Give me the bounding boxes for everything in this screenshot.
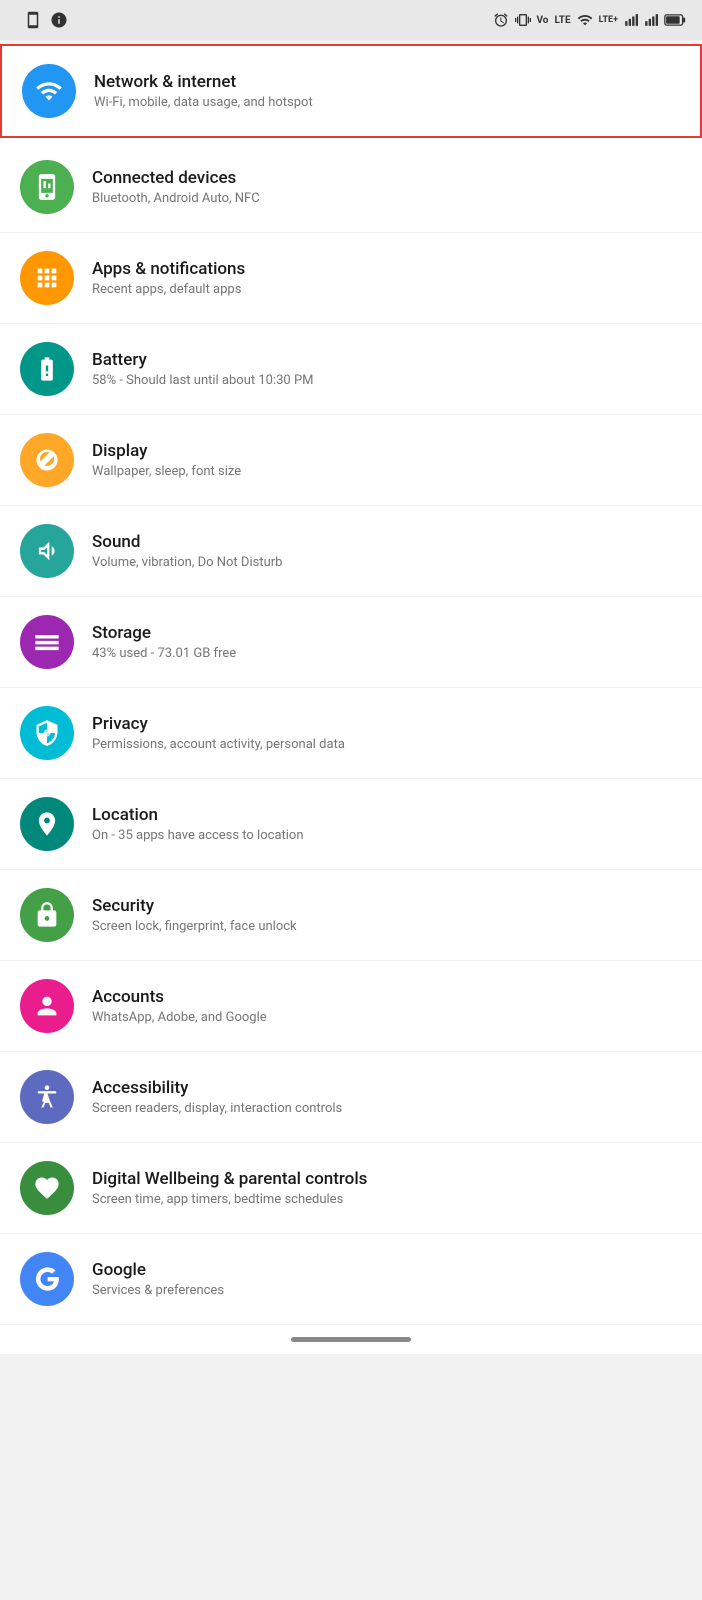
settings-item-connected-devices[interactable]: Connected devices Bluetooth, Android Aut…	[0, 142, 702, 233]
status-bar: Vo LTE LTE+	[0, 0, 702, 40]
status-left	[16, 11, 68, 29]
apps-notifications-text: Apps & notifications Recent apps, defaul…	[92, 259, 682, 297]
settings-item-sound[interactable]: Sound Volume, vibration, Do Not Disturb	[0, 506, 702, 597]
signal2-icon	[644, 12, 658, 28]
storage-text: Storage 43% used - 73.01 GB free	[92, 623, 682, 661]
connected-devices-title: Connected devices	[92, 168, 682, 188]
google-title: Google	[92, 1260, 682, 1280]
screenshot-icon	[24, 11, 42, 29]
privacy-icon	[20, 706, 74, 760]
connected-devices-icon	[20, 160, 74, 214]
settings-item-accessibility[interactable]: Accessibility Screen readers, display, i…	[0, 1052, 702, 1143]
settings-item-storage[interactable]: Storage 43% used - 73.01 GB free	[0, 597, 702, 688]
accessibility-text: Accessibility Screen readers, display, i…	[92, 1078, 682, 1116]
settings-item-privacy[interactable]: Privacy Permissions, account activity, p…	[0, 688, 702, 779]
privacy-text: Privacy Permissions, account activity, p…	[92, 714, 682, 752]
wifi-status-icon	[577, 12, 593, 28]
accounts-subtitle: WhatsApp, Adobe, and Google	[92, 1010, 682, 1025]
digital-wellbeing-subtitle: Screen time, app timers, bedtime schedul…	[92, 1192, 682, 1207]
connected-devices-subtitle: Bluetooth, Android Auto, NFC	[92, 191, 682, 206]
settings-item-battery[interactable]: Battery 58% - Should last until about 10…	[0, 324, 702, 415]
settings-item-google[interactable]: Google Services & preferences	[0, 1234, 702, 1325]
settings-item-security[interactable]: Security Screen lock, fingerprint, face …	[0, 870, 702, 961]
google-subtitle: Services & preferences	[92, 1283, 682, 1298]
digital-wellbeing-icon	[20, 1161, 74, 1215]
sound-title: Sound	[92, 532, 682, 552]
settings-item-accounts[interactable]: Accounts WhatsApp, Adobe, and Google	[0, 961, 702, 1052]
volte-label: Vo	[537, 15, 549, 26]
nav-indicator	[291, 1337, 411, 1342]
settings-item-network[interactable]: Network & internet Wi-Fi, mobile, data u…	[0, 44, 702, 138]
settings-item-location[interactable]: Location On - 35 apps have access to loc…	[0, 779, 702, 870]
bottom-bar	[0, 1325, 702, 1354]
accessibility-icon	[20, 1070, 74, 1124]
sound-text: Sound Volume, vibration, Do Not Disturb	[92, 532, 682, 570]
network-icon	[22, 64, 76, 118]
lte-label: LTE	[554, 15, 570, 26]
connected-devices-text: Connected devices Bluetooth, Android Aut…	[92, 168, 682, 206]
digital-wellbeing-text: Digital Wellbeing & parental controls Sc…	[92, 1169, 682, 1207]
storage-icon	[20, 615, 74, 669]
battery-subtitle: 58% - Should last until about 10:30 PM	[92, 373, 682, 388]
location-icon	[20, 797, 74, 851]
privacy-title: Privacy	[92, 714, 682, 734]
google-icon	[20, 1252, 74, 1306]
settings-list: Network & internet Wi-Fi, mobile, data u…	[0, 44, 702, 1325]
location-text: Location On - 35 apps have access to loc…	[92, 805, 682, 843]
security-title: Security	[92, 896, 682, 916]
storage-subtitle: 43% used - 73.01 GB free	[92, 646, 682, 661]
security-subtitle: Screen lock, fingerprint, face unlock	[92, 919, 682, 934]
network-text: Network & internet Wi-Fi, mobile, data u…	[94, 72, 680, 110]
display-subtitle: Wallpaper, sleep, font size	[92, 464, 682, 479]
apps-notifications-title: Apps & notifications	[92, 259, 682, 279]
apps-notifications-subtitle: Recent apps, default apps	[92, 282, 682, 297]
settings-item-digital-wellbeing[interactable]: Digital Wellbeing & parental controls Sc…	[0, 1143, 702, 1234]
accounts-text: Accounts WhatsApp, Adobe, and Google	[92, 987, 682, 1025]
privacy-subtitle: Permissions, account activity, personal …	[92, 737, 682, 752]
display-title: Display	[92, 441, 682, 461]
display-icon	[20, 433, 74, 487]
network-title: Network & internet	[94, 72, 680, 92]
status-right: Vo LTE LTE+	[493, 12, 687, 28]
shazam-icon	[50, 11, 68, 29]
accessibility-subtitle: Screen readers, display, interaction con…	[92, 1101, 682, 1116]
google-text: Google Services & preferences	[92, 1260, 682, 1298]
signal1-icon	[624, 12, 638, 28]
sound-icon	[20, 524, 74, 578]
storage-title: Storage	[92, 623, 682, 643]
battery-icon	[20, 342, 74, 396]
accessibility-title: Accessibility	[92, 1078, 682, 1098]
location-subtitle: On - 35 apps have access to location	[92, 828, 682, 843]
security-icon	[20, 888, 74, 942]
battery-title: Battery	[92, 350, 682, 370]
battery-text: Battery 58% - Should last until about 10…	[92, 350, 682, 388]
security-text: Security Screen lock, fingerprint, face …	[92, 896, 682, 934]
lte-plus-label: LTE+	[599, 15, 618, 25]
alarm-icon	[493, 12, 509, 28]
battery-icon	[664, 12, 686, 28]
sound-subtitle: Volume, vibration, Do Not Disturb	[92, 555, 682, 570]
network-subtitle: Wi-Fi, mobile, data usage, and hotspot	[94, 95, 680, 110]
digital-wellbeing-title: Digital Wellbeing & parental controls	[92, 1169, 682, 1189]
apps-notifications-icon	[20, 251, 74, 305]
accounts-icon	[20, 979, 74, 1033]
settings-item-display[interactable]: Display Wallpaper, sleep, font size	[0, 415, 702, 506]
location-title: Location	[92, 805, 682, 825]
accounts-title: Accounts	[92, 987, 682, 1007]
vibrate-icon	[515, 12, 531, 28]
display-text: Display Wallpaper, sleep, font size	[92, 441, 682, 479]
settings-item-apps-notifications[interactable]: Apps & notifications Recent apps, defaul…	[0, 233, 702, 324]
